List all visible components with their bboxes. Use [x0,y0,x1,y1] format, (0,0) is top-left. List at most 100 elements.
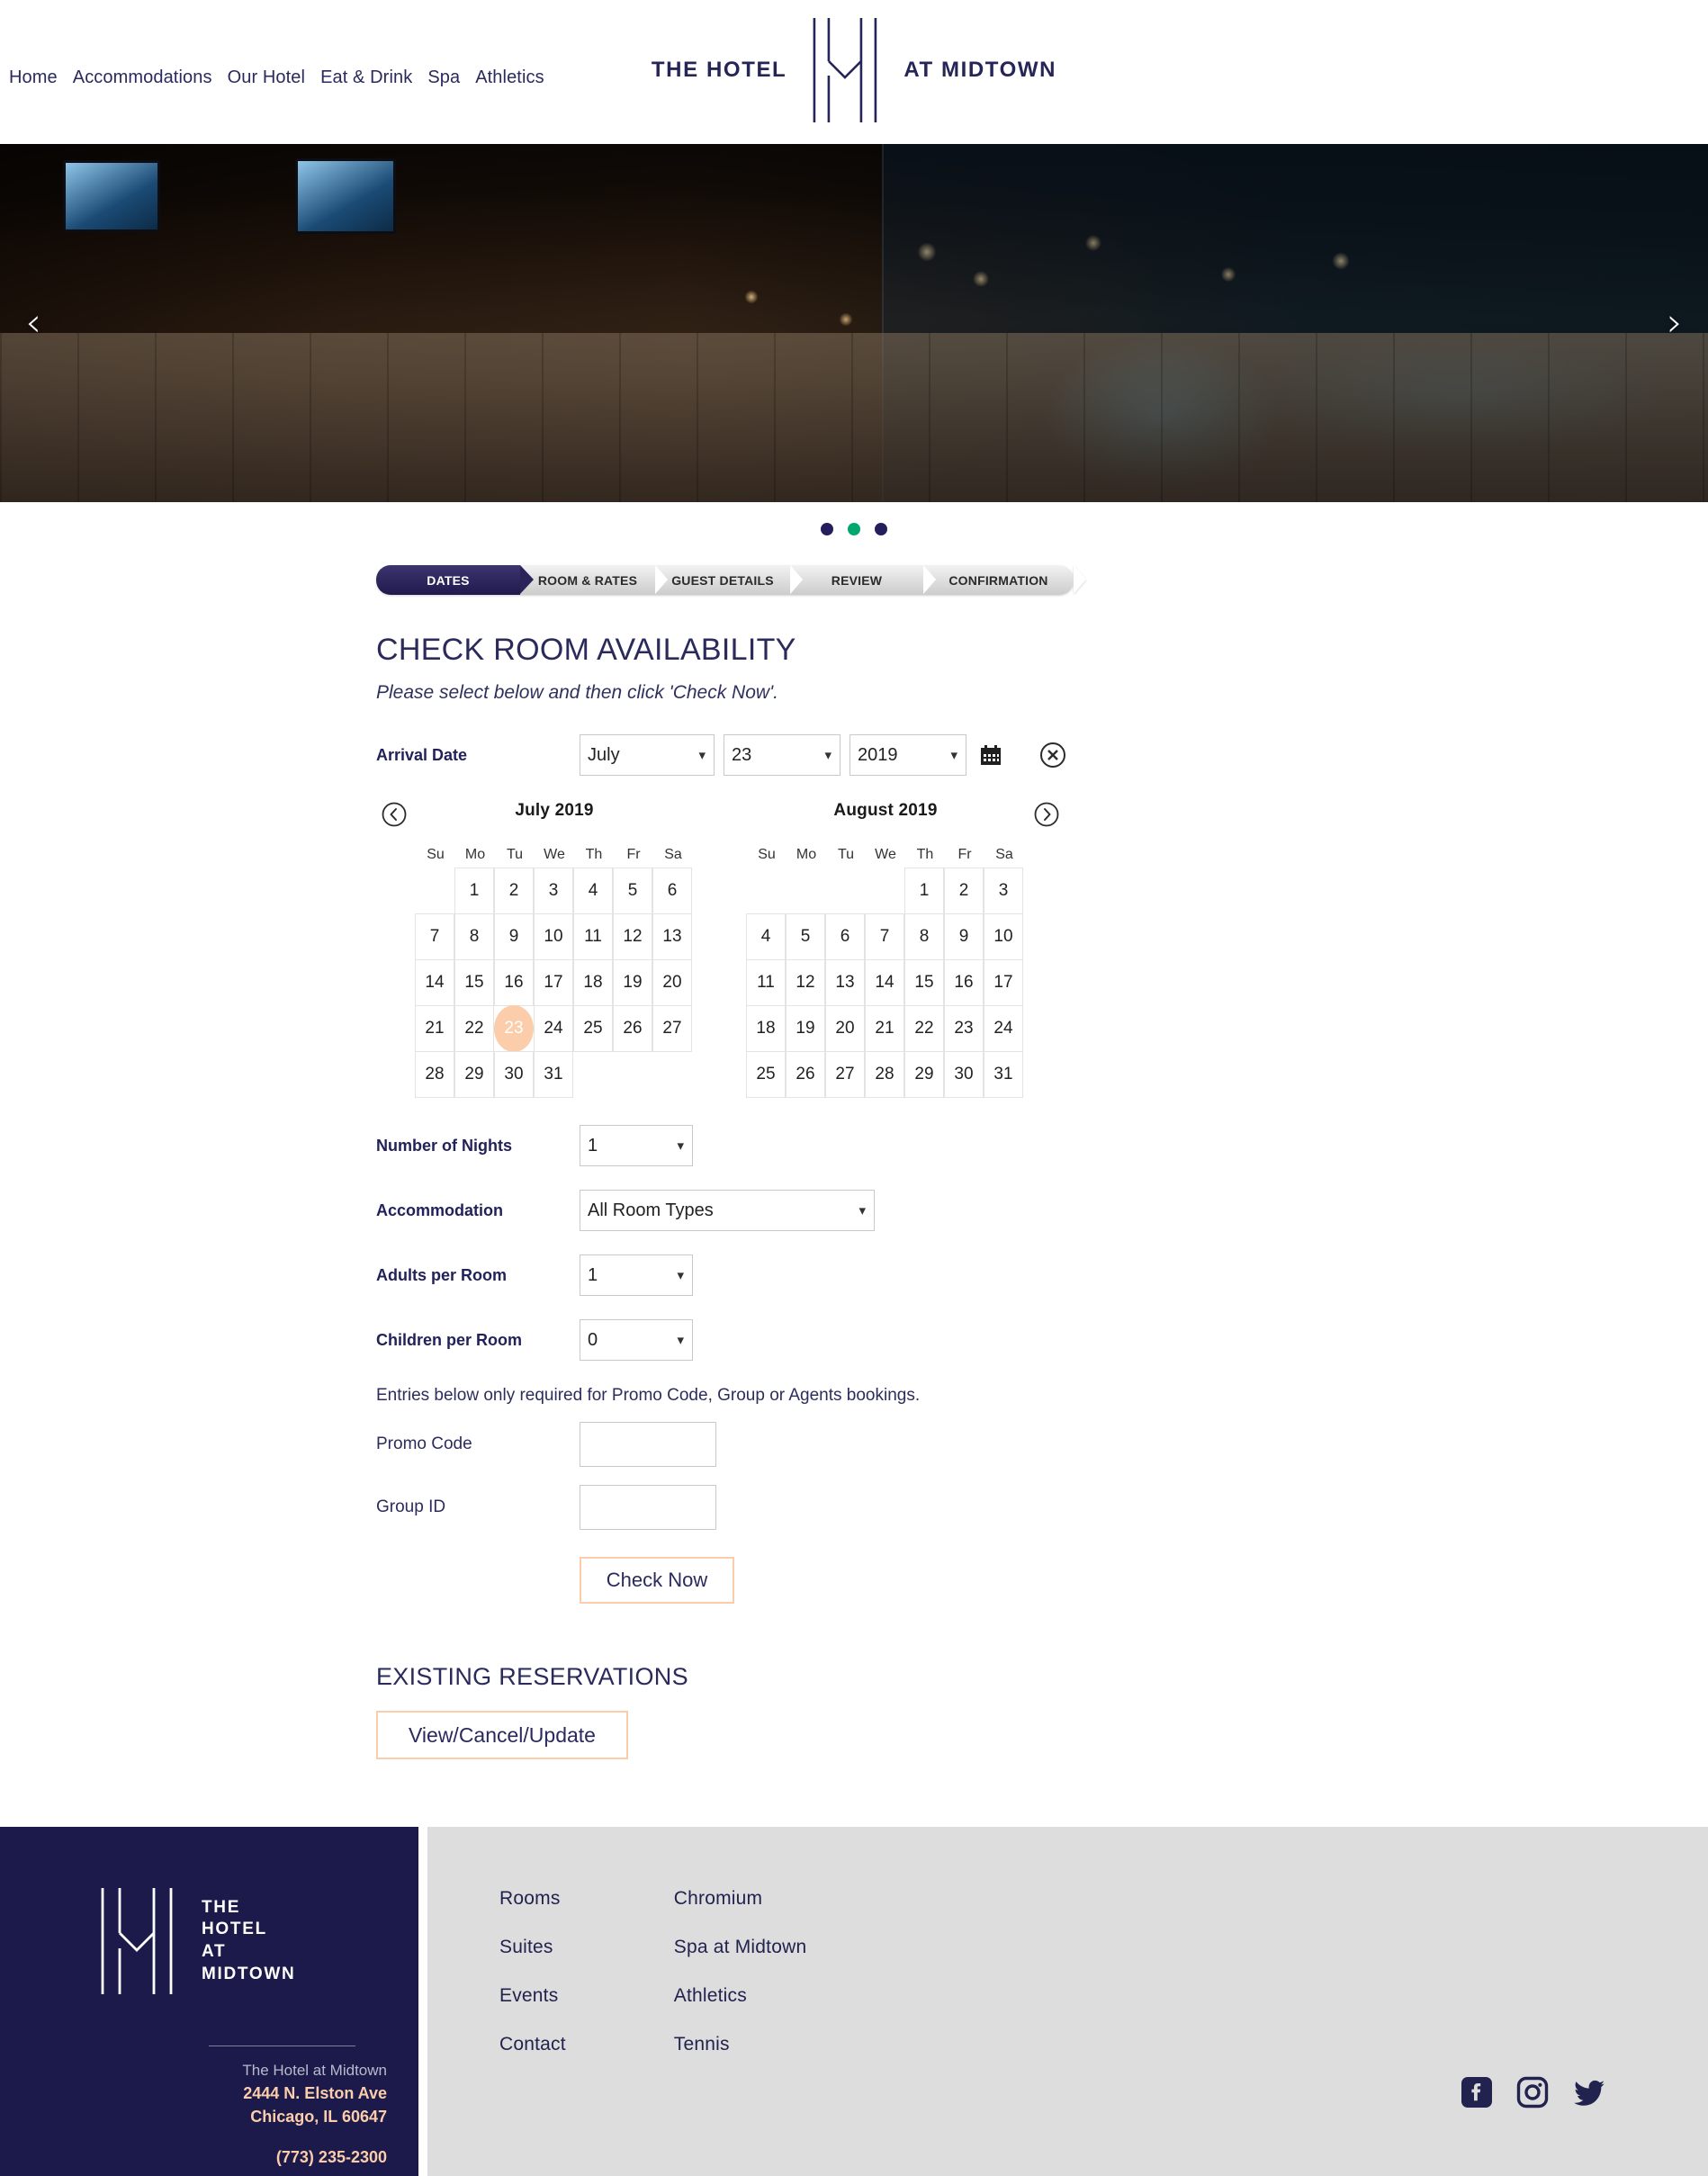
check-now-button[interactable]: Check Now [580,1557,734,1604]
arrival-year-select[interactable]: 201920202021 [850,734,966,776]
footer-link-chromium[interactable]: Chromium [674,1888,807,1910]
calendar-day-cell[interactable]: 24 [534,1005,573,1052]
calendar-day-cell[interactable]: 12 [786,959,825,1006]
calendar-day-cell[interactable]: 3 [984,868,1023,914]
carousel-dot-3[interactable] [875,523,887,535]
calendar-day-cell[interactable]: 9 [494,913,534,960]
calendar-day-cell[interactable]: 17 [534,959,573,1006]
twitter-icon[interactable] [1571,2075,1607,2109]
calendar-next-month-button[interactable] [1033,801,1060,828]
accommodation-select[interactable]: All Room Types [580,1190,875,1231]
calendar-day-cell[interactable]: 6 [825,913,865,960]
booking-step-guest-details[interactable]: GUEST DETAILS [655,565,803,595]
calendar-day-cell[interactable]: 1 [904,868,944,914]
calendar-day-cell[interactable]: 25 [746,1051,786,1098]
calendar-day-cell[interactable]: 6 [652,868,692,914]
calendar-day-cell[interactable]: 7 [415,913,454,960]
calendar-day-cell[interactable]: 10 [984,913,1023,960]
footer-link-tennis[interactable]: Tennis [674,2034,807,2055]
arrival-month-select[interactable]: JanuaryFebruaryMarchAprilMayJuneJulyAugu… [580,734,715,776]
children-select[interactable]: 0123 [580,1319,693,1361]
calendar-prev-month-button[interactable] [381,801,408,828]
site-logo[interactable]: THE HOTEL AT MIDTOWN [652,16,1056,124]
calendar-day-cell[interactable]: 12 [613,913,652,960]
calendar-day-cell[interactable]: 9 [944,913,984,960]
arrival-day-select[interactable]: 1234567891011121314151617181920212223242… [724,734,841,776]
calendar-day-cell[interactable]: 20 [825,1005,865,1052]
calendar-day-cell[interactable]: 30 [944,1051,984,1098]
calendar-day-cell[interactable]: 30 [494,1051,534,1098]
calendar-day-cell[interactable]: 21 [865,1005,904,1052]
calendar-day-cell[interactable]: 21 [415,1005,454,1052]
clear-circle-x-icon[interactable] [1038,741,1067,769]
calendar-day-cell[interactable]: 11 [746,959,786,1006]
calendar-day-cell[interactable]: 23 [944,1005,984,1052]
nav-home[interactable]: Home [9,68,58,86]
footer-link-suites[interactable]: Suites [499,1937,566,1958]
booking-step-dates[interactable]: DATES [376,565,534,595]
calendar-day-cell[interactable]: 18 [746,1005,786,1052]
calendar-day-cell[interactable]: 17 [984,959,1023,1006]
footer-link-rooms[interactable]: Rooms [499,1888,566,1910]
promo-code-input[interactable] [580,1422,716,1467]
calendar-day-cell[interactable]: 8 [904,913,944,960]
calendar-icon[interactable] [977,742,1004,769]
calendar-day-cell[interactable]: 3 [534,868,573,914]
calendar-day-cell[interactable]: 8 [454,913,494,960]
calendar-day-cell[interactable]: 14 [865,959,904,1006]
nav-eat-and-drink[interactable]: Eat & Drink [320,68,412,86]
calendar-day-cell[interactable]: 13 [652,913,692,960]
calendar-day-cell[interactable]: 27 [652,1005,692,1052]
calendar-day-cell[interactable]: 7 [865,913,904,960]
calendar-day-cell[interactable]: 2 [944,868,984,914]
booking-step-review[interactable]: REVIEW [790,565,936,595]
calendar-day-cell[interactable]: 25 [573,1005,613,1052]
calendar-day-cell[interactable]: 18 [573,959,613,1006]
view-cancel-update-button[interactable]: View/Cancel/Update [376,1711,628,1759]
nav-accommodations[interactable]: Accommodations [73,68,212,86]
calendar-day-cell[interactable]: 4 [573,868,613,914]
nav-athletics[interactable]: Athletics [475,68,544,86]
group-id-input[interactable] [580,1485,716,1530]
carousel-dot-1[interactable] [821,523,833,535]
calendar-day-cell[interactable]: 31 [984,1051,1023,1098]
calendar-day-cell[interactable]: 29 [904,1051,944,1098]
calendar-day-cell[interactable]: 16 [944,959,984,1006]
calendar-day-cell[interactable]: 2 [494,868,534,914]
calendar-day-cell[interactable]: 5 [786,913,825,960]
nav-our-hotel[interactable]: Our Hotel [228,68,306,86]
booking-step-confirmation[interactable]: CONFIRMATION [923,565,1086,595]
footer-phone[interactable]: (773) 235-2300 [0,2148,387,2167]
carousel-next-button[interactable]: › [1654,302,1695,344]
calendar-day-cell[interactable]: 16 [494,959,534,1006]
calendar-day-cell[interactable]: 31 [534,1051,573,1098]
calendar-day-cell[interactable]: 20 [652,959,692,1006]
calendar-day-cell[interactable]: 28 [865,1051,904,1098]
nav-spa[interactable]: Spa [427,68,460,86]
calendar-day-cell[interactable]: 28 [415,1051,454,1098]
calendar-day-cell[interactable]: 27 [825,1051,865,1098]
adults-select[interactable]: 1234 [580,1254,693,1296]
footer-link-athletics[interactable]: Athletics [674,1985,807,2007]
calendar-day-cell[interactable]: 10 [534,913,573,960]
calendar-day-cell[interactable]: 15 [904,959,944,1006]
calendar-day-cell[interactable]: 26 [786,1051,825,1098]
calendar-day-cell[interactable]: 22 [454,1005,494,1052]
calendar-day-cell[interactable]: 23 [494,1005,534,1052]
calendar-day-cell[interactable]: 1 [454,868,494,914]
carousel-prev-button[interactable]: ‹ [13,302,54,344]
instagram-icon[interactable] [1515,2075,1550,2109]
calendar-day-cell[interactable]: 22 [904,1005,944,1052]
calendar-day-cell[interactable]: 4 [746,913,786,960]
calendar-day-cell[interactable]: 14 [415,959,454,1006]
nights-select[interactable]: 1234567 [580,1125,693,1166]
calendar-day-cell[interactable]: 24 [984,1005,1023,1052]
calendar-day-cell[interactable]: 19 [613,959,652,1006]
calendar-day-cell[interactable]: 29 [454,1051,494,1098]
calendar-day-cell[interactable]: 15 [454,959,494,1006]
footer-logo[interactable]: THE HOTEL AT MIDTOWN [94,1885,295,1997]
calendar-day-cell[interactable]: 11 [573,913,613,960]
calendar-day-cell[interactable]: 19 [786,1005,825,1052]
calendar-day-cell[interactable]: 26 [613,1005,652,1052]
booking-step-room-rates[interactable]: ROOM & RATES [520,565,668,595]
